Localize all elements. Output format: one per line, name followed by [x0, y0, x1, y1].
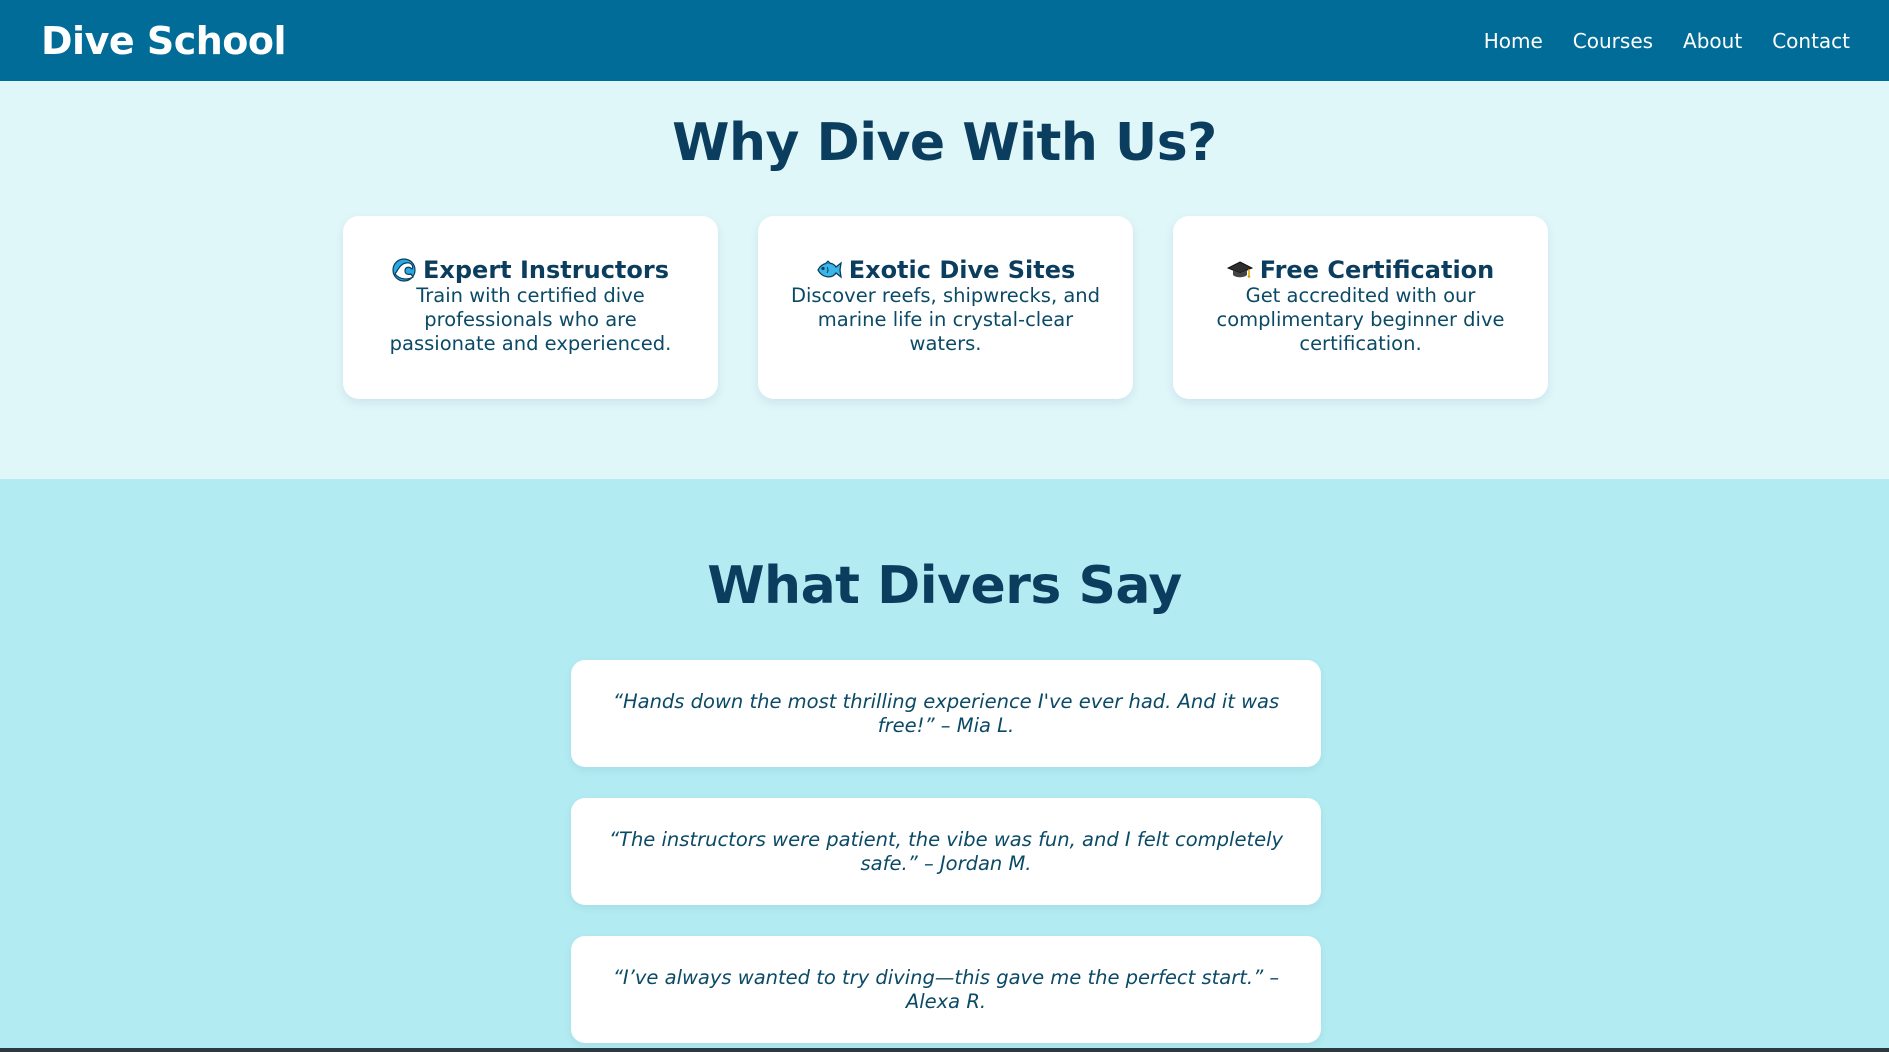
why-section: Why Dive With Us? Expert Instructors Tra… [0, 81, 1889, 479]
testimonial-card: “Hands down the most thrilling experienc… [571, 660, 1321, 767]
feature-card-title-text: Free Certification [1259, 256, 1495, 284]
feature-card-title: Free Certification [1203, 256, 1518, 284]
feature-card-title-text: Exotic Dive Sites [848, 256, 1076, 284]
why-title: Why Dive With Us? [672, 113, 1217, 173]
nav-home[interactable]: Home [1484, 29, 1543, 53]
brand-logo[interactable]: Dive School [41, 19, 287, 63]
testimonial-list: “Hands down the most thrilling experienc… [571, 660, 1321, 1043]
fish-icon [816, 259, 842, 281]
feature-card-title: Exotic Dive Sites [788, 256, 1103, 284]
testimonials-section: What Divers Say “Hands down the most thr… [0, 479, 1889, 1052]
feature-card-description: Discover reefs, shipwrecks, and marine l… [790, 284, 1101, 355]
feature-card-sites: Exotic Dive Sites Discover reefs, shipwr… [758, 216, 1133, 399]
feature-cards: Expert Instructors Train with certified … [343, 216, 1548, 399]
feature-card-title: Expert Instructors [373, 256, 688, 284]
nav-contact[interactable]: Contact [1772, 29, 1850, 53]
nav-about[interactable]: About [1683, 29, 1742, 53]
nav-courses[interactable]: Courses [1573, 29, 1653, 53]
testimonials-title: What Divers Say [707, 556, 1182, 616]
feature-card-title-text: Expert Instructors [423, 256, 669, 284]
feature-card-description: Train with certified dive professionals … [389, 284, 672, 355]
site-header: Dive School Home Courses About Contact [0, 0, 1889, 81]
feature-card-instructors: Expert Instructors Train with certified … [343, 216, 718, 399]
testimonial-card: “I’ve always wanted to try diving—this g… [571, 936, 1321, 1043]
wave-icon [392, 258, 416, 282]
main-nav: Home Courses About Contact [1484, 29, 1850, 53]
testimonial-card: “The instructors were patient, the vibe … [571, 798, 1321, 905]
feature-card-description: Get accredited with our complimentary be… [1216, 284, 1505, 355]
window-bottom-edge [0, 1048, 1889, 1052]
feature-card-certification: Free Certification Get accredited with o… [1173, 216, 1548, 399]
graduation-cap-icon [1226, 260, 1253, 280]
